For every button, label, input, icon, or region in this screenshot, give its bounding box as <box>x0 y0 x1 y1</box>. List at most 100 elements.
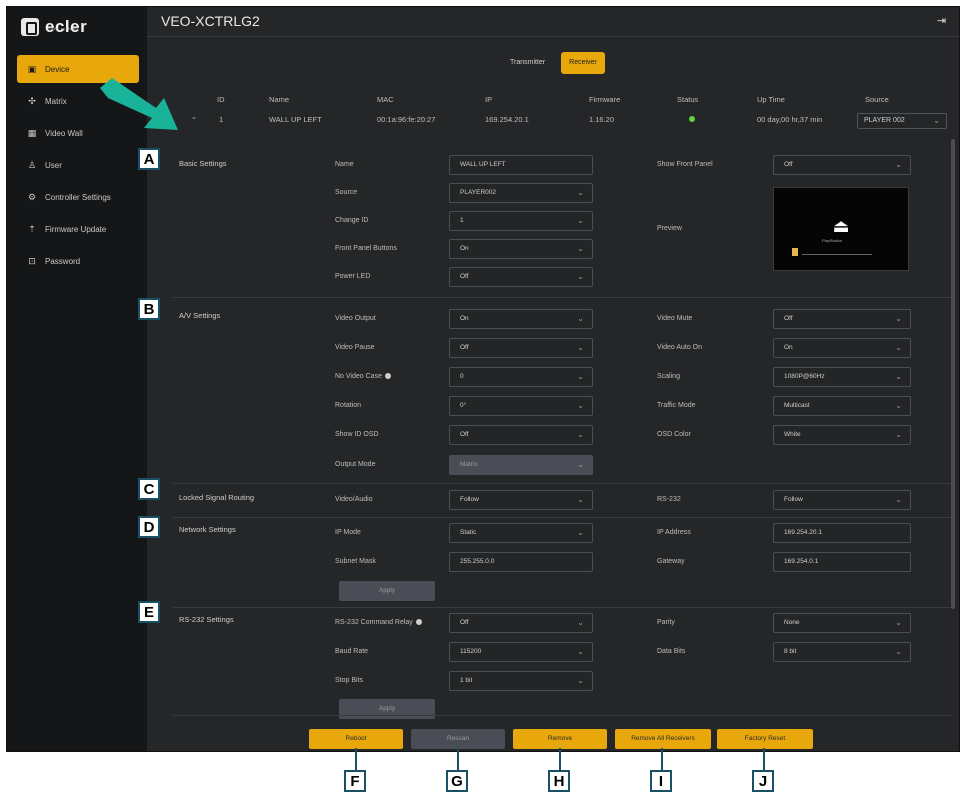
network-apply-button[interactable]: Apply <box>339 581 435 601</box>
sidebar-item-password[interactable]: ⊡ Password <box>17 247 139 275</box>
top-bar: VEO-XCTRLG2 ⇥ <box>147 7 959 37</box>
chevron-down-icon: ⌄ <box>933 116 940 125</box>
source-select[interactable]: PLAYER 002 ⌄ <box>857 113 947 129</box>
chevron-down-icon: ⌄ <box>895 401 902 410</box>
remove-all-receivers-button[interactable]: Remove All Receivers <box>615 729 711 749</box>
stop-bits-dropdown[interactable]: 1 bit ⌄ <box>449 671 593 691</box>
video-auto-on-dropdown[interactable]: On ⌄ <box>773 338 911 358</box>
chevron-down-icon: ⌄ <box>577 430 584 439</box>
stop-bits-value: 1 bit <box>460 677 473 684</box>
chevron-down-icon: ⌄ <box>895 647 902 656</box>
scaling-label: Scaling <box>657 373 680 380</box>
sidebar-item-label: Password <box>45 256 81 266</box>
scaling-value: 1080P@60Hz <box>784 373 825 380</box>
rs232-settings-title: RS-232 Settings <box>179 615 234 624</box>
device-uptime: 00 day,00 hr,37 min <box>757 115 823 124</box>
name-input-value: WALL UP LEFT <box>460 161 506 168</box>
video-output-dropdown[interactable]: On ⌄ <box>449 309 593 329</box>
ip-address-value: 169.254.20.1 <box>784 529 822 536</box>
chevron-down-icon: ⌄ <box>895 495 902 504</box>
chevron-down-icon: ⌄ <box>895 160 902 169</box>
ip-mode-label: IP Mode <box>335 529 361 536</box>
subnet-mask-input[interactable]: 255.255.0.0 <box>449 552 593 572</box>
scaling-dropdown[interactable]: 1080P@60Hz ⌄ <box>773 367 911 387</box>
info-icon[interactable] <box>415 619 422 626</box>
subnet-mask-label: Subnet Mask <box>335 558 376 565</box>
section-divider <box>173 297 953 298</box>
rs232-routing-dropdown[interactable]: Follow ⌄ <box>773 490 911 510</box>
show-id-osd-dropdown[interactable]: Off ⌄ <box>449 425 593 445</box>
command-relay-dropdown[interactable]: Off ⌄ <box>449 613 593 633</box>
traffic-mode-value: Multicast <box>784 402 810 409</box>
source-dropdown[interactable]: PLAYER002 ⌄ <box>449 183 593 203</box>
panel-scrollbar[interactable] <box>951 139 955 609</box>
action-bar-divider <box>173 715 953 716</box>
rotation-dropdown[interactable]: 0° ⌄ <box>449 396 593 416</box>
parity-label: Parity <box>657 619 675 626</box>
tab-transmitter[interactable]: Transmitter <box>502 52 553 74</box>
reboot-button[interactable]: Reboot <box>309 729 403 749</box>
video-pause-dropdown[interactable]: Off ⌄ <box>449 338 593 358</box>
show-front-dropdown[interactable]: Off ⌄ <box>773 155 911 175</box>
video-audio-dropdown[interactable]: Follow ⌄ <box>449 490 593 510</box>
traffic-mode-dropdown[interactable]: Multicast ⌄ <box>773 396 911 416</box>
callout-j-line <box>763 748 765 770</box>
parity-dropdown[interactable]: None ⌄ <box>773 613 911 633</box>
section-divider <box>173 607 953 608</box>
osd-color-dropdown[interactable]: White ⌄ <box>773 425 911 445</box>
remove-button[interactable]: Remove <box>513 729 607 749</box>
rs232-routing-label: RS-232 <box>657 496 681 503</box>
output-mode-label: Output Mode <box>335 461 376 468</box>
output-mode-value: Matrix <box>460 461 478 468</box>
front-panel-label: Front Panel Buttons <box>335 245 397 252</box>
info-icon[interactable] <box>384 373 391 380</box>
callout-g: G <box>446 770 468 792</box>
sidebar-item-label: Firmware Update <box>45 224 107 234</box>
ip-address-input[interactable]: 169.254.20.1 <box>773 523 911 543</box>
gateway-input[interactable]: 169.254.0.1 <box>773 552 911 572</box>
sidebar-item-label: Video Wall <box>45 128 83 138</box>
device-icon: ▣ <box>27 64 37 74</box>
data-bits-dropdown[interactable]: 8 bit ⌄ <box>773 642 911 662</box>
av-settings-title: A/V Settings <box>179 311 221 320</box>
video-auto-on-value: On <box>784 344 793 351</box>
chevron-down-icon: ⌄ <box>577 647 584 656</box>
rescan-button[interactable]: Rescan <box>411 729 505 749</box>
name-input[interactable]: WALL UP LEFT <box>449 155 593 175</box>
chevron-down-icon: ⌄ <box>577 343 584 352</box>
sidebar-item-label: Controller Settings <box>45 192 111 202</box>
sidebar-item-firmware-update[interactable]: ⇡ Firmware Update <box>17 215 139 243</box>
callout-j: J <box>752 770 774 792</box>
video-pause-value: Off <box>460 344 469 351</box>
chevron-down-icon: ⌄ <box>895 430 902 439</box>
baud-rate-dropdown[interactable]: 115200 ⌄ <box>449 642 593 662</box>
chevron-down-icon: ⌄ <box>895 314 902 323</box>
show-id-osd-value: Off <box>460 431 469 438</box>
network-settings-title: Network Settings <box>179 525 236 534</box>
callout-i: I <box>650 770 672 792</box>
sidebar-item-controller-settings[interactable]: ⚙ Controller Settings <box>17 183 139 211</box>
tab-receiver[interactable]: Receiver <box>561 52 605 74</box>
sidebar-item-user[interactable]: ♙ User <box>17 151 139 179</box>
pointer-arrow-icon <box>100 78 178 130</box>
chevron-down-icon: ⌄ <box>577 314 584 323</box>
callout-c: C <box>138 478 160 500</box>
source-label: Source <box>335 189 358 196</box>
ip-mode-dropdown[interactable]: Static ⌄ <box>449 523 593 543</box>
front-panel-dropdown[interactable]: On ⌄ <box>449 239 593 259</box>
chevron-down-icon: ⌄ <box>577 676 584 685</box>
factory-reset-button[interactable]: Factory Reset <box>717 729 813 749</box>
video-output-value: On <box>460 315 469 322</box>
column-header-mac: MAC <box>377 95 394 104</box>
logout-icon[interactable]: ⇥ <box>937 15 949 27</box>
change-id-dropdown[interactable]: 1 ⌄ <box>449 211 593 231</box>
callout-i-line <box>661 748 663 770</box>
power-led-dropdown[interactable]: Off ⌄ <box>449 267 593 287</box>
callout-h-line <box>559 748 561 770</box>
locked-routing-title: Locked Signal Routing <box>179 493 255 502</box>
video-mute-dropdown[interactable]: Off ⌄ <box>773 309 911 329</box>
logo-subtitle: video systems <box>47 26 79 31</box>
no-video-case-dropdown[interactable]: 0 ⌄ <box>449 367 593 387</box>
rs232-apply-button[interactable]: Apply <box>339 699 435 719</box>
expand-chevron-icon[interactable]: ⌄ <box>191 113 197 121</box>
